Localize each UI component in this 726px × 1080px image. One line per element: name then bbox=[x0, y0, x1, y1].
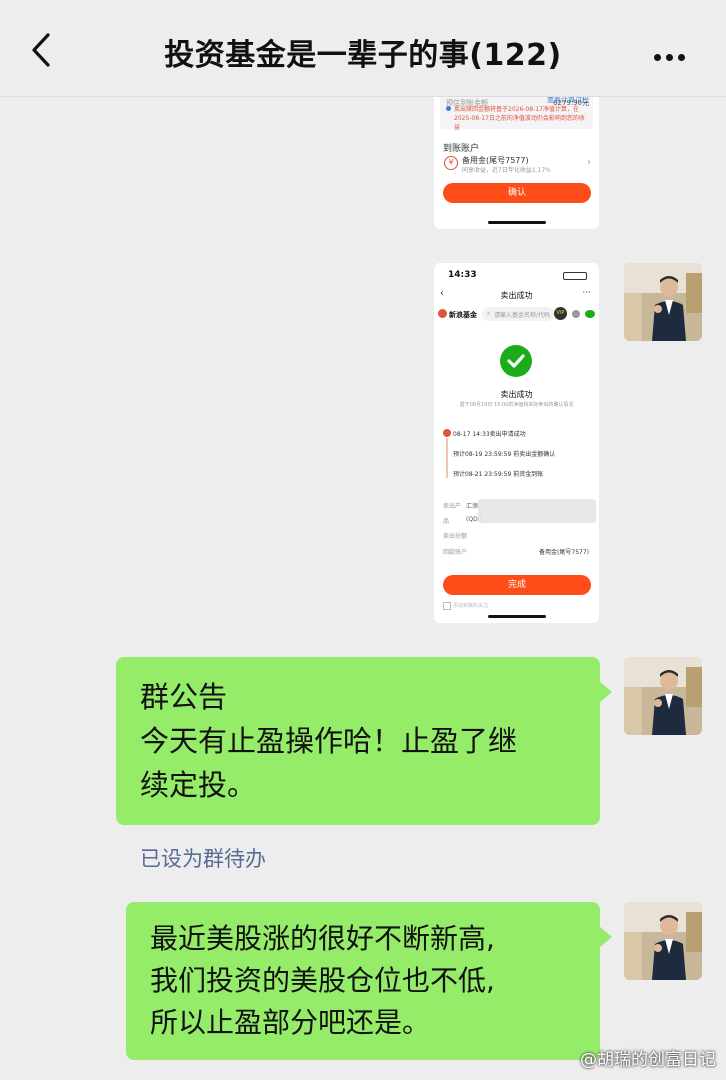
vip-badge[interactable]: VIP bbox=[554, 307, 567, 320]
timeline-step-3: 预计08-21 23:59:59 前资金到账 bbox=[453, 471, 544, 478]
follow-label: 添加到我的关注 bbox=[453, 603, 489, 609]
nav-more-icon[interactable]: ··· bbox=[582, 288, 591, 298]
message-line: 所以止盈部分吧还是。 bbox=[150, 1006, 431, 1039]
timeline-step-2: 预计08-19 23:59:59 前卖出金额确认 bbox=[453, 451, 556, 458]
chevron-right-icon: › bbox=[587, 157, 591, 168]
yen-icon: ¥ bbox=[444, 156, 458, 170]
confirm-button[interactable]: 确认 bbox=[443, 183, 591, 203]
todo-status-link[interactable]: 已设为群待办 bbox=[140, 843, 266, 873]
success-subtitle: 基于08月19日 15:00的净值和实际卖出的确认情况 bbox=[459, 402, 574, 408]
user-icon[interactable] bbox=[572, 310, 580, 318]
message-line: 我们投资的美股仓位也不低, bbox=[150, 964, 495, 997]
chat-title: 投资基金是一辈子的事(122) bbox=[164, 38, 562, 73]
step-done-icon bbox=[443, 429, 451, 437]
detail-label-shares: 卖出份额 bbox=[443, 533, 468, 540]
detail-value-account: 备用金(尾号7577) bbox=[539, 549, 589, 556]
sender-avatar[interactable] bbox=[624, 263, 702, 341]
blurred-region bbox=[478, 499, 596, 523]
more-options-icon[interactable] bbox=[654, 46, 690, 61]
success-check-icon bbox=[500, 345, 532, 377]
message-line: 最近美股涨的很好不断新高, bbox=[150, 922, 495, 955]
notice-text: 卖出赎回金额将基于2026-08-17净值计算，在2025-08-17日之前的净… bbox=[454, 106, 585, 131]
shared-screenshot-sell-success[interactable]: 14:33 ‹ 卖出成功 ··· 新浪基金 ⌕ 请输入基金名称/代码 VIP 卖… bbox=[434, 263, 599, 623]
search-placeholder: 请输入基金名称/代码 bbox=[494, 312, 551, 319]
wechat-icon[interactable] bbox=[585, 310, 595, 318]
success-title: 卖出成功 bbox=[500, 390, 533, 399]
search-icon: ⌕ bbox=[487, 310, 491, 317]
detail-label-product-2: 品 bbox=[443, 518, 450, 525]
account-section-title: 到账账户 bbox=[443, 144, 480, 154]
detail-label-product: 卖出产 bbox=[443, 503, 462, 510]
chat-area[interactable]: 查看计算过程 预估到账金额 6279.90元 卖出赎回金额将基于2026-08-… bbox=[0, 97, 726, 1080]
shared-screenshot-sell-confirm[interactable]: 查看计算过程 预估到账金额 6279.90元 卖出赎回金额将基于2026-08-… bbox=[434, 97, 599, 229]
account-sub: 同享收益，近7日年化收益1.17% bbox=[462, 167, 551, 174]
message-bubble[interactable]: 群公告 今天有止盈操作哈！止盈了继 续定投。 bbox=[116, 657, 612, 825]
brand-name: 新浪基金 bbox=[449, 311, 477, 319]
message-bubble[interactable]: 最近美股涨的很好不断新高, 我们投资的美股仓位也不低, 所以止盈部分吧还是。 bbox=[126, 902, 612, 1060]
follow-checkbox[interactable] bbox=[443, 602, 451, 610]
chat-header: 投资基金是一辈子的事(122) bbox=[0, 0, 726, 97]
status-time: 14:33 bbox=[448, 270, 477, 280]
watermark: @胡瑞的创富日记 bbox=[580, 1050, 716, 1070]
info-icon bbox=[446, 106, 451, 111]
battery-icon bbox=[563, 272, 587, 280]
timeline-line bbox=[446, 438, 448, 478]
message-line: 群公告 bbox=[140, 680, 228, 714]
timeline-step-1: 08-17 14:33卖出申请成功 bbox=[453, 431, 526, 438]
nav-title: 卖出成功 bbox=[500, 291, 533, 300]
home-indicator bbox=[488, 615, 546, 618]
message-line: 续定投。 bbox=[140, 768, 257, 802]
done-button[interactable]: 完成 bbox=[443, 575, 591, 595]
detail-value-product: 汇添 bbox=[466, 503, 479, 510]
detail-label-account: 回款账户 bbox=[443, 549, 468, 556]
sender-avatar[interactable] bbox=[624, 902, 702, 980]
brand-logo-icon bbox=[438, 309, 447, 318]
sender-avatar[interactable] bbox=[624, 657, 702, 735]
message-line: 今天有止盈操作哈！止盈了继 bbox=[140, 724, 518, 758]
home-indicator bbox=[488, 221, 546, 224]
